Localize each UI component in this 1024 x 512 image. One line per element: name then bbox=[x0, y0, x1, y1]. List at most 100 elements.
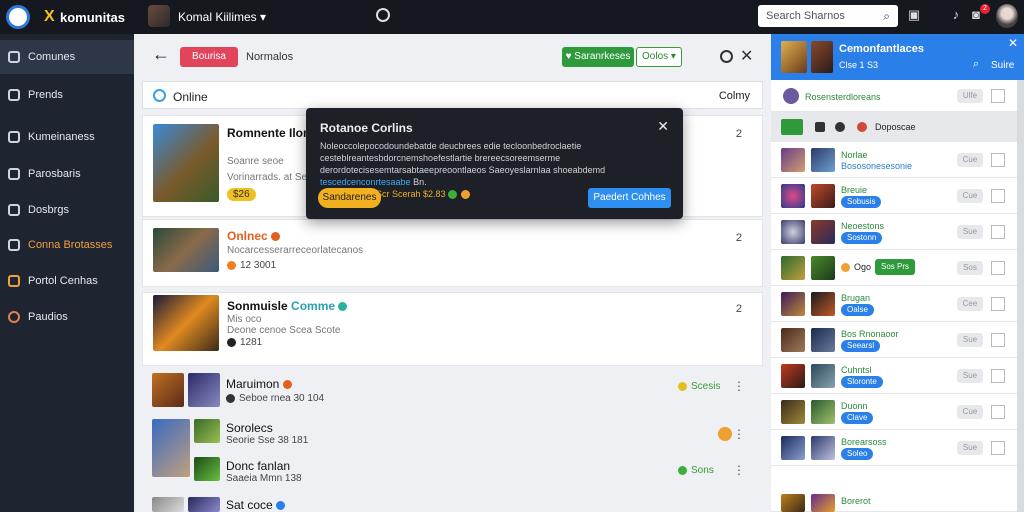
row-label: Borearsoss bbox=[841, 437, 887, 447]
close-icon[interactable]: ✕ bbox=[657, 118, 669, 135]
close-icon[interactable]: ✕ bbox=[1008, 36, 1018, 50]
list-item[interactable]: Rosensterdloreans Ulfe bbox=[771, 80, 1017, 112]
list-item[interactable]: Borearsoss Soleo Sue bbox=[771, 430, 1017, 466]
row-label: Bos Rnonaoor bbox=[841, 329, 899, 339]
row-pill[interactable]: Cue bbox=[957, 153, 983, 167]
row-pill[interactable]: Sue bbox=[957, 441, 983, 455]
price-badge: $26 bbox=[227, 188, 256, 201]
row-checkbox[interactable] bbox=[991, 89, 1005, 103]
red-action-button[interactable]: Bourisa bbox=[180, 47, 238, 67]
secondary-button[interactable]: Sandarenes bbox=[318, 188, 381, 208]
row-pill[interactable]: Cue bbox=[957, 405, 983, 419]
user-menu[interactable]: Komal Kiilimes ▾ bbox=[178, 10, 266, 24]
search-box[interactable]: Search Sharnos ⌕ bbox=[758, 5, 898, 27]
row-button[interactable]: Sostonn bbox=[841, 232, 883, 244]
list-item[interactable]: Bos Rnonaoor Seearsl Sue bbox=[771, 322, 1017, 358]
search-input[interactable]: Search Sharnos bbox=[766, 10, 845, 22]
brand-name[interactable]: komunitas bbox=[60, 10, 125, 25]
bell-icon[interactable]: ♪ bbox=[948, 7, 964, 23]
row-button[interactable]: Oalse bbox=[841, 304, 874, 316]
user-avatar[interactable] bbox=[148, 5, 170, 27]
filter-select[interactable]: Oolos ▾ bbox=[636, 47, 682, 67]
primary-button[interactable]: Paedert Cohhes bbox=[588, 188, 671, 208]
row-button[interactable]: Clave bbox=[841, 412, 874, 424]
row-checkbox[interactable] bbox=[991, 297, 1005, 311]
card-title[interactable]: Sorolecs bbox=[226, 421, 273, 435]
list-item[interactable]: Cuhntsl Sloronte Sue bbox=[771, 358, 1017, 394]
info-icon[interactable] bbox=[720, 50, 733, 63]
scrollbar[interactable] bbox=[1017, 80, 1024, 512]
row-pill[interactable]: Sue bbox=[957, 333, 983, 347]
flame-icon bbox=[8, 275, 20, 287]
more-icon[interactable]: ⋮ bbox=[733, 427, 745, 441]
row-pill[interactable]: Cue bbox=[957, 189, 983, 203]
search-icon[interactable]: ⌕ bbox=[883, 9, 890, 24]
more-icon[interactable]: ⋮ bbox=[733, 463, 745, 477]
row-pill[interactable]: Sue bbox=[957, 225, 983, 239]
game-thumbnail bbox=[153, 228, 219, 272]
row-checkbox[interactable] bbox=[991, 189, 1005, 203]
list-item[interactable]: Breuie Sobusis Cue bbox=[771, 178, 1017, 214]
gamepad-icon bbox=[781, 119, 803, 135]
row-button[interactable]: Soleo bbox=[841, 448, 874, 460]
row-pill[interactable]: Cee bbox=[957, 297, 983, 311]
game-thumbnail bbox=[811, 364, 835, 388]
row-button[interactable]: Sobusis bbox=[841, 196, 882, 208]
sidebar-item-portol-cenhas[interactable]: Portol Cenhas bbox=[0, 264, 134, 298]
search-icon[interactable]: ⌕ bbox=[973, 58, 979, 71]
list-item[interactable]: Duonn Clave Cue bbox=[771, 394, 1017, 430]
card-title[interactable]: Maruimon bbox=[226, 377, 296, 391]
sidebar-item-conna-brotasses[interactable]: Conna Brotasses bbox=[0, 228, 134, 262]
row-button[interactable]: Seearsl bbox=[841, 340, 881, 352]
list-item[interactable]: Doposcae bbox=[771, 112, 1017, 142]
main-panel: ← Bourisa Normalos ♥ Saranrkeses Oolos ▾… bbox=[134, 34, 771, 512]
row-checkbox[interactable] bbox=[991, 153, 1005, 167]
row-button[interactable]: Sloronte bbox=[841, 376, 883, 388]
card-title[interactable]: Donc fanlan bbox=[226, 459, 290, 473]
row-checkbox[interactable] bbox=[991, 261, 1005, 275]
card-title[interactable]: Sat coce bbox=[226, 498, 289, 512]
sidebar-item-paudios[interactable]: Paudios bbox=[0, 300, 134, 334]
row-button[interactable]: Sos Prs bbox=[875, 259, 916, 275]
bag-icon[interactable]: ▣ bbox=[906, 7, 922, 23]
clock-icon[interactable] bbox=[376, 8, 390, 22]
sidebar-item-comunes[interactable]: Comunes bbox=[0, 40, 134, 74]
row-pill[interactable]: Sos bbox=[957, 261, 983, 275]
row-checkbox[interactable] bbox=[991, 225, 1005, 239]
sidebar-item-parosbaris[interactable]: Parosbaris bbox=[0, 157, 134, 191]
game-thumbnail bbox=[811, 256, 835, 280]
online-header: Online Colmy bbox=[142, 81, 763, 109]
list-item[interactable]: Brugan Oalse Cee bbox=[771, 286, 1017, 322]
sidebar-item-kumeinaness[interactable]: Kumeinaness bbox=[0, 120, 134, 154]
row-checkbox[interactable] bbox=[991, 441, 1005, 455]
online-filter[interactable]: Colmy bbox=[719, 90, 750, 102]
online-title: Online bbox=[173, 90, 208, 104]
green-action-button[interactable]: ♥ Saranrkeses bbox=[562, 47, 634, 67]
list-item[interactable]: Norlae Bososonesesonie Cue bbox=[771, 142, 1017, 178]
row-label: Doposcae bbox=[875, 122, 916, 132]
list-item[interactable]: Borerot bbox=[771, 466, 1017, 512]
back-arrow-icon[interactable]: ← bbox=[152, 44, 170, 65]
dialog-link[interactable]: tescedcenconrtesaabe bbox=[320, 177, 411, 187]
box-icon bbox=[8, 168, 20, 180]
sidebar-item-dosbrgs[interactable]: Dosbrgs bbox=[0, 193, 134, 227]
list-item[interactable]: Neoestons Sostonn Sue bbox=[771, 214, 1017, 250]
row-pill[interactable]: Sue bbox=[957, 369, 983, 383]
grid-icon bbox=[8, 131, 20, 143]
profile-avatar[interactable] bbox=[996, 4, 1018, 28]
online-status-icon bbox=[153, 89, 166, 102]
sidebar-item-prends[interactable]: Prends bbox=[0, 78, 134, 112]
row-checkbox[interactable] bbox=[991, 333, 1005, 347]
row-label: Rosensterdloreans bbox=[805, 92, 881, 102]
app-logo-icon[interactable] bbox=[6, 5, 30, 29]
list-item[interactable]: Onlnec Nocarcesserarreceorlatecanos 12 3… bbox=[142, 219, 763, 287]
more-icon[interactable]: ⋮ bbox=[733, 379, 745, 393]
panel-search[interactable]: Suire bbox=[991, 60, 1014, 71]
row-checkbox[interactable] bbox=[991, 405, 1005, 419]
row-checkbox[interactable] bbox=[991, 369, 1005, 383]
list-item[interactable]: Sonmuisle Comme Mis oco Deone cenoe Scea… bbox=[142, 292, 763, 366]
close-icon[interactable]: ✕ bbox=[740, 46, 753, 66]
row-pill[interactable]: Ulfe bbox=[957, 89, 983, 103]
list-item[interactable]: Ogo Sos Prs Sos bbox=[771, 250, 1017, 286]
record-icon bbox=[857, 122, 867, 132]
